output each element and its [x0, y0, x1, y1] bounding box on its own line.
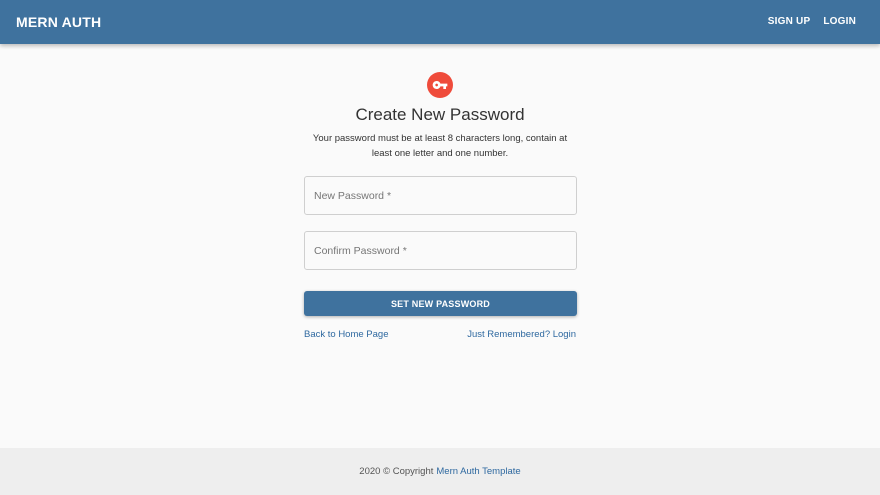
set-new-password-button[interactable]: SET NEW PASSWORD: [304, 291, 577, 316]
key-avatar: [427, 72, 453, 98]
nav-sign-up[interactable]: SIGN UP: [768, 16, 811, 27]
login-link[interactable]: Just Remembered? Login: [467, 329, 576, 340]
password-requirements: Your password must be at least 8 charact…: [312, 133, 568, 159]
brand-title[interactable]: MERN AUTH: [16, 14, 101, 30]
page-title: Create New Password: [355, 105, 525, 124]
key-icon: [432, 81, 448, 89]
nav-login[interactable]: LOGIN: [823, 16, 856, 27]
top-nav: SIGN UP LOGIN: [768, 16, 856, 27]
new-password-placeholder: New Password *: [314, 189, 392, 202]
confirm-password-placeholder: Confirm Password *: [314, 244, 407, 257]
new-password-field[interactable]: New Password *: [304, 176, 577, 215]
back-to-home-link[interactable]: Back to Home Page: [304, 329, 389, 340]
footer-copyright: 2020 © Copyright: [359, 466, 434, 477]
footer: 2020 © Copyright Mern Auth Template: [0, 448, 880, 495]
footer-template-link[interactable]: Mern Auth Template: [436, 466, 520, 477]
confirm-password-field[interactable]: Confirm Password *: [304, 231, 577, 270]
app-bar: MERN AUTH SIGN UP LOGIN: [0, 0, 880, 44]
